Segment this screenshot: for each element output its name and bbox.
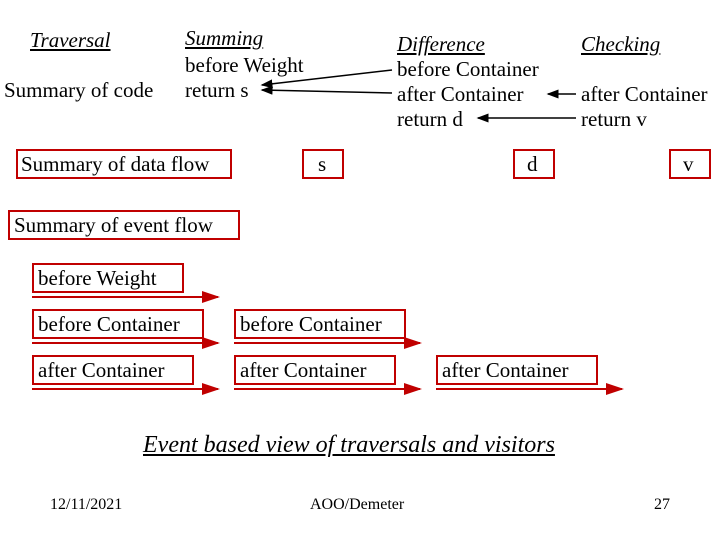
- slide-title: Event based view of traversals and visit…: [143, 432, 555, 459]
- footer-page: 27: [654, 496, 670, 514]
- red-arrow-layer: [0, 0, 720, 540]
- footer-date: 12/11/2021: [50, 496, 122, 514]
- footer-center: AOO/Demeter: [310, 496, 404, 514]
